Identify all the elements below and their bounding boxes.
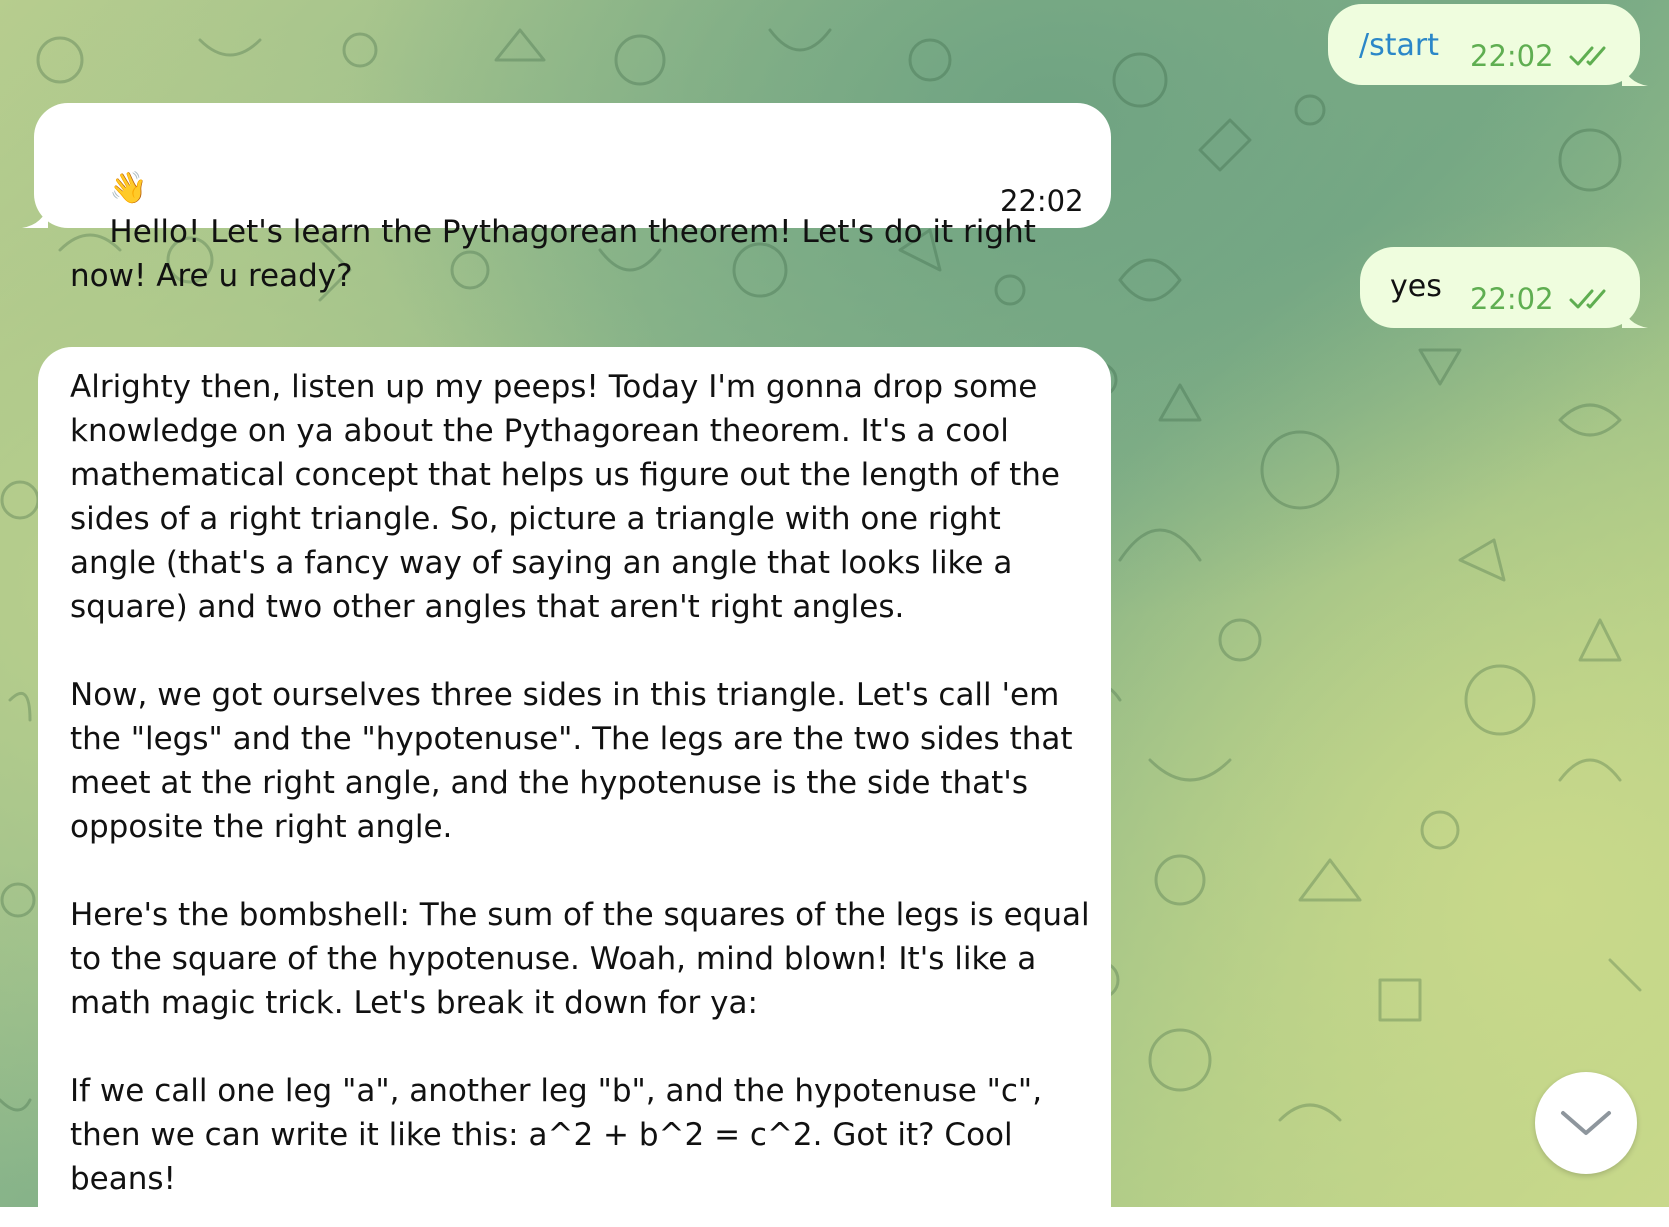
message-time: 22:02 [1470,282,1554,316]
message-meta: 22:02 [1470,277,1616,321]
double-check-icon [1569,289,1606,309]
message-text: 👋 Hello! Let's learn the Pythagorean the… [70,122,1070,342]
message-text: Alrighty then, listen up my peeps! Today… [70,365,1090,1201]
double-check-icon [1569,46,1606,66]
greeting-text: Hello! Let's learn the Pythagorean theor… [70,214,1046,294]
bubble-tail [1622,62,1648,86]
message-time: 22:02 [1470,39,1554,73]
message-incoming-greeting[interactable]: 👋 Hello! Let's learn the Pythagorean the… [34,103,1111,294]
message-outgoing-start[interactable]: /start 22:02 [1328,4,1640,85]
scroll-to-bottom-button[interactable] [1535,1072,1637,1174]
message-incoming-explanation[interactable]: Alrighty then, listen up my peeps! Today… [38,347,1111,1227]
message-paragraph: If we call one leg "a", another leg "b",… [70,1073,1052,1197]
start-command-link[interactable]: /start [1359,24,1439,68]
bubble-tail [1622,304,1648,328]
message-paragraph: Now, we got ourselves three sides in thi… [70,677,1083,845]
message-paragraph: Here's the bombshell: The sum of the squ… [70,897,1100,1021]
message-paragraph: Alrighty then, listen up my peeps! Today… [70,369,1070,625]
bubble-tail [22,204,48,228]
message-meta: 22:02 [1470,34,1616,78]
message-text: yes [1390,269,1442,304]
chevron-down-icon [1561,1111,1611,1135]
message-outgoing-yes[interactable]: yes 22:02 [1360,247,1640,328]
message-time: 22:02 [1000,184,1084,218]
waving-hand-emoji: 👋 [109,170,149,206]
